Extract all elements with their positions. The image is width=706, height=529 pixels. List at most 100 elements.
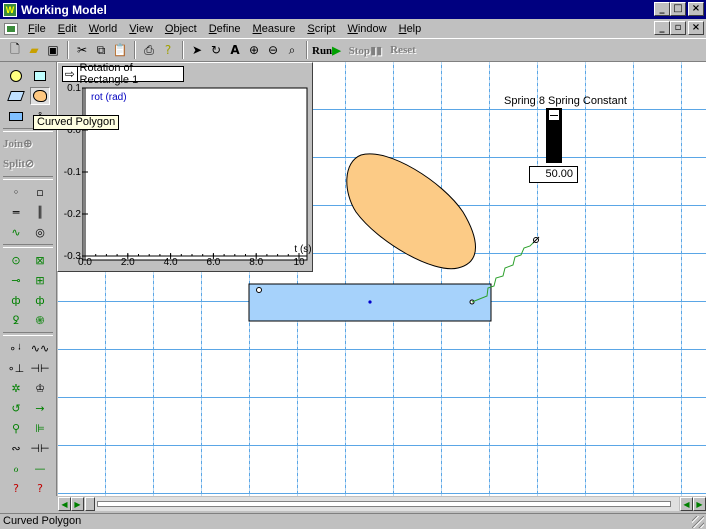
damper-icon[interactable]: ⊣⊢ bbox=[30, 359, 50, 377]
reset-button[interactable]: Reset bbox=[390, 44, 416, 56]
resize-grip-icon[interactable] bbox=[692, 516, 704, 528]
vertical-pin-icon[interactable]: ф bbox=[30, 291, 50, 309]
rod-icon[interactable]: ℴ bbox=[6, 459, 26, 477]
tape-player-scrollbar[interactable]: ◀ ▶ ◀ ▶ bbox=[58, 496, 706, 512]
maximize-button[interactable]: □ bbox=[670, 2, 686, 16]
child-close-button[interactable]: × bbox=[688, 21, 704, 35]
save-disk-icon[interactable]: ▣ bbox=[44, 40, 62, 60]
separator-icon[interactable]: ∘⊥ bbox=[6, 359, 26, 377]
horizontal-slot-icon[interactable]: ═ bbox=[6, 203, 26, 221]
toolbar-separator bbox=[67, 41, 69, 59]
split-button[interactable]: Split⊘ bbox=[0, 154, 56, 174]
stop-label: Stop bbox=[348, 44, 371, 57]
point-element-icon[interactable]: ◦ bbox=[6, 183, 26, 201]
text-tool-icon[interactable]: A bbox=[226, 40, 244, 60]
reset-label: Reset bbox=[390, 44, 416, 56]
cut-scissors-icon[interactable]: ✂ bbox=[73, 40, 91, 60]
curved-slot-icon[interactable]: ∿ bbox=[6, 223, 26, 241]
tape-back-button[interactable]: ◀ bbox=[680, 497, 693, 511]
slider-thumb[interactable] bbox=[548, 109, 560, 121]
keyed-slot-icon[interactable]: ⊞ bbox=[30, 271, 50, 289]
title-bar[interactable]: W Working Model _ □ × bbox=[0, 0, 706, 19]
zoom-out-icon[interactable]: ⊖ bbox=[264, 40, 282, 60]
arrow-select-icon[interactable]: ➤ bbox=[188, 40, 206, 60]
menu-define[interactable]: Define bbox=[203, 23, 247, 35]
square-point-element-icon[interactable]: ▫ bbox=[30, 183, 50, 201]
spring-constant-input[interactable]: 50.00 bbox=[529, 166, 578, 183]
arrow-right-icon[interactable]: ⇨ bbox=[63, 67, 78, 81]
closed-slot-icon[interactable]: ◎ bbox=[30, 223, 50, 241]
curved-polygon-tool-icon[interactable] bbox=[30, 87, 50, 105]
child-minimize-button[interactable]: _ bbox=[654, 21, 670, 35]
rectangle-point-left[interactable] bbox=[256, 287, 262, 293]
rope-icon[interactable]: ∘ᛍ bbox=[6, 339, 26, 357]
print-icon[interactable]: ⎙ bbox=[140, 40, 158, 60]
rectangle-tool-icon[interactable] bbox=[6, 107, 26, 125]
collision-icon[interactable]: ? bbox=[6, 479, 26, 497]
copy-icon[interactable]: ⧉ bbox=[92, 40, 110, 60]
menu-view[interactable]: View bbox=[123, 23, 159, 35]
rigid-joint-icon[interactable]: ⊠ bbox=[30, 251, 50, 269]
slot-joint-icon[interactable]: ⊸ bbox=[6, 271, 26, 289]
spring-constant-slider[interactable] bbox=[546, 108, 562, 163]
menu-file[interactable]: File bbox=[22, 23, 52, 35]
motor-icon[interactable]: ⚲ bbox=[6, 419, 26, 437]
open-folder-icon[interactable]: ▰ bbox=[25, 40, 43, 60]
horizontal-pin-icon[interactable]: ф bbox=[6, 291, 26, 309]
stop-button[interactable]: Stop▮▮ bbox=[349, 44, 383, 57]
tape-track[interactable] bbox=[85, 497, 679, 511]
square-tool-icon[interactable] bbox=[30, 67, 50, 85]
constraint-icon[interactable]: ? bbox=[30, 479, 50, 497]
actuator-icon[interactable]: ⊫ bbox=[30, 419, 50, 437]
zoom-fit-icon[interactable]: ⌕ bbox=[283, 40, 301, 60]
child-restore-button[interactable]: ▫ bbox=[670, 21, 686, 35]
torque-icon[interactable]: ↺ bbox=[6, 399, 26, 417]
rotational-damper-icon[interactable]: ⊣⊢ bbox=[30, 439, 50, 457]
run-button[interactable]: Run▶ bbox=[312, 44, 341, 57]
x-tick-label: 2.0 bbox=[121, 257, 135, 268]
rotational-spring-icon[interactable]: ∾ bbox=[6, 439, 26, 457]
curved-slot-joint-icon[interactable]: ꝿ bbox=[6, 311, 26, 329]
rotate-icon[interactable]: ↻ bbox=[207, 40, 225, 60]
paste-icon[interactable]: 📋 bbox=[111, 40, 129, 60]
tape-thumb[interactable] bbox=[85, 497, 95, 511]
play-icon: ▶ bbox=[332, 44, 341, 57]
graph-title-box[interactable]: ⇨ Rotation of Rectangle 1 bbox=[62, 62, 184, 86]
series-label: rot (rad) bbox=[91, 92, 127, 103]
document-icon[interactable] bbox=[4, 22, 18, 35]
zoom-in-icon[interactable]: ⊕ bbox=[245, 40, 263, 60]
working-model-app-icon[interactable]: W bbox=[3, 2, 17, 17]
close-button[interactable]: × bbox=[688, 2, 704, 16]
window-title: Working Model bbox=[21, 2, 107, 17]
gear-icon[interactable]: ✲ bbox=[6, 379, 26, 397]
menu-script[interactable]: Script bbox=[301, 23, 341, 35]
polygon-tool-icon[interactable] bbox=[6, 87, 26, 105]
menu-edit[interactable]: Edit bbox=[52, 23, 83, 35]
new-document-icon[interactable]: 🗋 bbox=[6, 40, 24, 60]
pulley-icon[interactable]: ♔ bbox=[30, 379, 50, 397]
tape-rewind-button[interactable]: ◀ bbox=[58, 497, 71, 511]
toolbar: 🗋 ▰ ▣ ✂ ⧉ 📋 ⎙ ? ➤ ↻ A ⊕ ⊖ ⌕ Run▶ Stop▮▮ … bbox=[0, 38, 706, 62]
closed-slot-joint-icon[interactable]: ֍ bbox=[30, 311, 50, 329]
spring-icon[interactable]: ∿∿ bbox=[30, 339, 50, 357]
force-icon[interactable]: → bbox=[30, 399, 50, 417]
line-icon[interactable]: — bbox=[30, 459, 50, 477]
join-button[interactable]: Join⊕ bbox=[0, 134, 56, 154]
tape-step-button[interactable]: ▶ bbox=[71, 497, 84, 511]
vertical-slot-icon[interactable]: ║ bbox=[30, 203, 50, 221]
minimize-button[interactable]: _ bbox=[654, 2, 670, 16]
tape-progress bbox=[97, 501, 671, 507]
menu-help[interactable]: Help bbox=[393, 23, 428, 35]
join-label: Join bbox=[3, 138, 24, 150]
help-pointer-icon[interactable]: ? bbox=[159, 40, 177, 60]
pin-joint-icon[interactable]: ⊙ bbox=[6, 251, 26, 269]
circle-tool-icon[interactable] bbox=[6, 67, 26, 85]
tape-end-button[interactable]: ▶ bbox=[693, 497, 706, 511]
rotation-graph: 0.10.0-0.1-0.2-0.30.0 2.0 4.0 6.0 8.0 10rot (… bbox=[64, 83, 312, 268]
menu-measure[interactable]: Measure bbox=[247, 23, 302, 35]
menu-window[interactable]: Window bbox=[341, 23, 392, 35]
curved-polygon-body[interactable] bbox=[346, 153, 476, 270]
menu-object[interactable]: Object bbox=[159, 23, 203, 35]
graph-window[interactable]: 0.1 0.0 -0.1 -0.2 -0.3 0.0 2.0 4.0 6.0 8.0 10 rot (… bbox=[57, 62, 313, 272]
menu-world[interactable]: World bbox=[83, 23, 124, 35]
